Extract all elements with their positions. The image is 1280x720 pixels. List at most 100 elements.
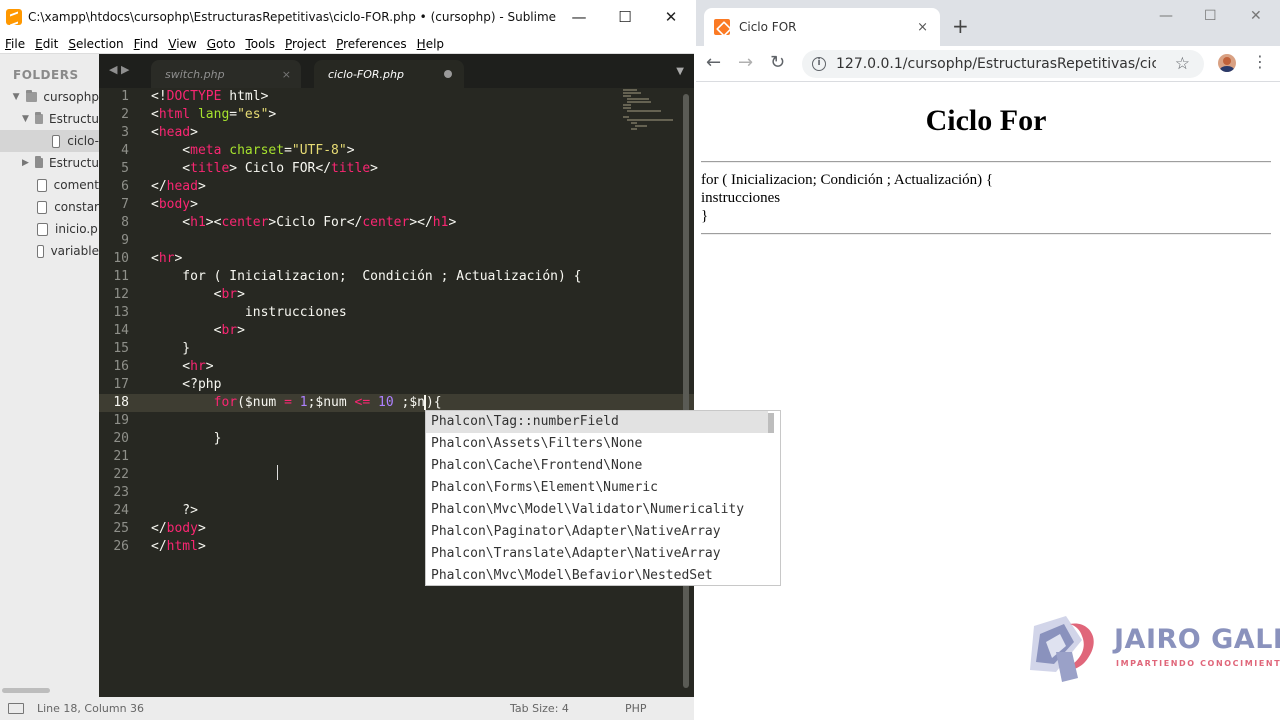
minimap[interactable] [623,88,683,148]
code-line: <h1><center>Ciclo For</center></h1> [151,215,457,230]
tree-folder-estructuras-2[interactable]: ▶ Estructu [0,152,99,174]
file-icon [37,200,48,214]
tab-nav-arrows-icon[interactable]: ◀ ▶ [109,63,129,76]
code-line: <title> Ciclo FOR</title> [151,161,378,176]
chrome-minimize-button[interactable]: — [1159,8,1173,24]
menu-project[interactable]: Project [280,37,331,51]
tree-file-comentarios[interactable]: coment [0,174,99,196]
unsaved-dot-icon[interactable] [444,70,452,78]
autocomplete-item[interactable]: Phalcon\Cache\Frontend\None [426,455,768,477]
line-number: 18 [99,394,143,412]
autocomplete-item[interactable]: Phalcon\Translate\Adapter\NativeArray [426,543,768,565]
sidebar-scroll-thumb[interactable] [2,688,50,693]
tree-label: constar [54,200,99,214]
code-line: <!DOCTYPE html> [151,89,269,104]
autocomplete-item[interactable]: Phalcon\Mvc\Model\Validator\Numericality [426,499,768,521]
file-icon [37,222,48,236]
line-number: 10 [113,251,129,266]
chrome-maximize-button[interactable]: ☐ [1204,8,1217,24]
sublime-window: C:\xampp\htdocs\cursophp\EstructurasRepe… [0,0,781,720]
tree-folder-cursophp[interactable]: ▼ cursophp [0,86,99,108]
tab-label: ciclo-FOR.php [328,67,404,81]
new-tab-button[interactable]: + [952,14,969,38]
autocomplete-scrollbar[interactable] [768,413,774,433]
line-number: 9 [121,233,129,248]
back-arrow-icon[interactable]: ← [706,52,721,73]
expanded-triangle-icon[interactable]: ▼ [22,114,29,124]
info-icon[interactable]: i [812,57,826,71]
autocomplete-popup[interactable]: Phalcon\Tag::numberField Phalcon\Assets\… [425,410,781,586]
menu-preferences[interactable]: Preferences [331,37,412,51]
forward-arrow-icon[interactable]: → [738,52,753,73]
tree-file-ciclo-for[interactable]: ciclo- [0,130,99,152]
line-number: 8 [121,215,129,230]
code-line: <hr> [151,359,214,374]
menu-selection[interactable]: Selection [63,37,128,51]
code-line: } [151,341,191,356]
maximize-button[interactable]: ☐ [602,0,648,34]
tab-switch-php[interactable]: switch.php × [151,60,301,88]
menu-view[interactable]: View [163,37,201,51]
line-number: 7 [121,197,129,212]
sidebar-scrollbar[interactable] [0,686,99,694]
window-title: C:\xampp\htdocs\cursophp\EstructurasRepe… [28,10,556,24]
tree-label: coment [53,178,99,192]
menu-tools[interactable]: Tools [240,37,280,51]
line-number: 21 [113,449,129,464]
line-number: 22 [113,467,129,482]
editor-scroll-thumb[interactable] [683,94,689,688]
tree-file-inicio[interactable]: inicio.p [0,218,99,240]
tab-ciclo-for-php[interactable]: ciclo-FOR.php [314,60,464,88]
tab-dropdown-icon[interactable]: ▼ [676,66,684,77]
autocomplete-item[interactable]: Phalcon\Paginator\Adapter\NativeArray [426,521,768,543]
tab-size[interactable]: Tab Size: 4 [510,702,569,715]
autocomplete-item[interactable]: Phalcon\Tag::numberField [426,411,768,433]
chrome-close-button[interactable]: ✕ [1250,8,1262,24]
jairo-galeas-logo-icon [1030,616,1094,682]
cursor-position: Line 18, Column 36 [37,702,145,715]
chrome-menu-icon[interactable]: ⋮ [1252,52,1268,71]
chrome-window: Ciclo FOR × + — ☐ ✕ ← → ↻ i 127.0.0.1/cu… [696,0,1280,720]
code-line: <html lang="es"> [151,107,277,122]
expanded-triangle-icon[interactable]: ▼ [12,92,20,102]
panel-toggle-icon[interactable] [8,703,24,714]
browser-tab[interactable]: Ciclo FOR × [704,8,940,46]
code-line: <body> [151,197,198,212]
profile-avatar[interactable] [1218,54,1236,72]
tree-file-constantes[interactable]: constar [0,196,99,218]
menu-find[interactable]: Find [129,37,164,51]
code-line: <br> [151,287,245,302]
menu-goto[interactable]: Goto [202,37,241,51]
syntax-mode[interactable]: PHP [625,702,647,715]
close-button[interactable]: ✕ [648,0,694,34]
tree-folder-estructuras-1[interactable]: ▼ Estructu [0,108,99,130]
menu-file[interactable]: File [0,37,30,51]
url-text[interactable]: 127.0.0.1/cursophp/EstructurasRepetitiva… [836,56,1156,72]
autocomplete-item[interactable]: Phalcon\Assets\Filters\None [426,433,768,455]
autocomplete-item[interactable]: Phalcon\Mvc\Model\Befavior\NestedSet [426,565,768,587]
code-line: for ( Inicializacion; Condición ; Actual… [151,269,582,284]
bookmark-star-icon[interactable]: ☆ [1175,54,1190,74]
line-number: 6 [121,179,129,194]
collapsed-triangle-icon[interactable]: ▶ [22,158,29,168]
menu-edit[interactable]: Edit [30,37,63,51]
reload-icon[interactable]: ↻ [770,52,785,73]
page-heading: Ciclo For [925,104,1047,137]
autocomplete-item[interactable]: Phalcon\Forms\Element\Numeric [426,477,768,499]
line-number: 2 [121,107,129,122]
status-bar: Line 18, Column 36 Tab Size: 4 PHP [0,697,694,720]
tree-file-variables[interactable]: variable [0,240,99,262]
code-editor[interactable]: 1 2 3 4 5 6 7 8 9 10 11 12 13 14 15 16 17 18 19 20 21 22 23 24 2… [99,88,694,697]
folder-icon [34,156,43,168]
tab-close-icon[interactable]: × [282,68,291,81]
xampp-favicon-icon [714,19,730,35]
address-bar[interactable]: i 127.0.0.1/cursophp/EstructurasRepetiti… [802,50,1204,78]
tab-bar: ◀ ▶ switch.php × ciclo-FOR.php ▼ [99,54,694,88]
editor-scrollbar[interactable] [683,94,690,692]
browser-tab-close-icon[interactable]: × [917,20,928,35]
code-line: instrucciones [151,305,347,320]
folders-header: FOLDERS [13,68,79,82]
minimize-button[interactable]: — [556,0,602,34]
menu-help[interactable]: Help [412,37,449,51]
